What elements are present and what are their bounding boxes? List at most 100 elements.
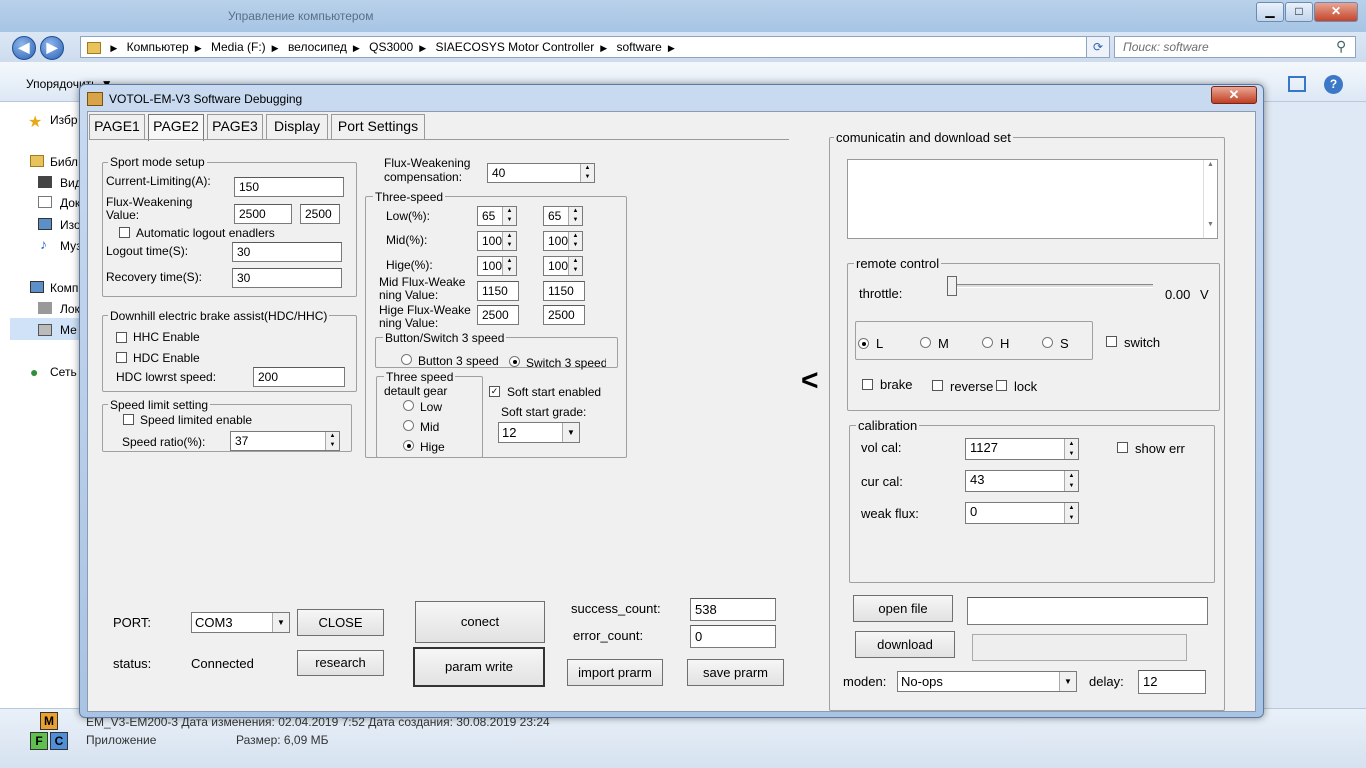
open-file-button[interactable]: open file: [853, 595, 953, 622]
chevron-down-icon[interactable]: ▼: [562, 423, 579, 442]
close-port-button[interactable]: CLOSE: [297, 609, 384, 636]
cur-cal-spinner[interactable]: 43 ▲ ▼: [965, 470, 1079, 492]
import-param-button[interactable]: import prarm: [567, 659, 663, 686]
soft-grade-select[interactable]: 12 ▼: [498, 422, 580, 443]
sidebar-item-favorites[interactable]: Избр: [50, 113, 78, 127]
spin-arrows-icon[interactable]: ▲ ▼: [1064, 439, 1078, 459]
search-input[interactable]: Поиск: software: [1114, 36, 1356, 58]
mode-m-radio[interactable]: [920, 337, 931, 348]
minimize-button[interactable]: ▁: [1256, 2, 1284, 22]
gear-mid-radio[interactable]: [403, 420, 414, 431]
show-err-checkbox[interactable]: [1117, 442, 1128, 453]
spin-arrows-icon[interactable]: ▲ ▼: [580, 164, 594, 182]
weak-flux-spinner[interactable]: 0 ▲ ▼: [965, 502, 1079, 524]
search-icon[interactable]: ⚲: [1336, 38, 1346, 55]
hige-fw-input-2[interactable]: 2500: [543, 305, 585, 325]
sidebar-item-network[interactable]: Сеть: [50, 365, 77, 379]
mid-spinner-1[interactable]: 100 ▲ ▼: [477, 231, 517, 251]
breadcrumb-item[interactable]: QS3000: [369, 40, 413, 54]
scrollbar[interactable]: ▲ ▼: [1203, 160, 1217, 238]
hige-spinner-1[interactable]: 100 ▲ ▼: [477, 256, 517, 276]
spin-arrows-icon[interactable]: ▲ ▼: [1064, 503, 1078, 523]
fw-comp-spinner[interactable]: 40 ▲ ▼: [487, 163, 595, 183]
address-bar[interactable]: ▶ Компьютер ▶ Media (F:) ▶ велосипед ▶ QS30…: [80, 36, 1106, 58]
breadcrumb-item[interactable]: SIAECOSYS Motor Controller: [435, 40, 594, 54]
sidebar-item-media[interactable]: Ме: [60, 323, 77, 337]
download-button[interactable]: download: [855, 631, 955, 658]
mid-spinner-2[interactable]: 100 ▲ ▼: [543, 231, 583, 251]
tab-page3[interactable]: PAGE3: [207, 114, 263, 139]
back-button[interactable]: ◀: [12, 36, 36, 60]
spin-arrows-icon[interactable]: ▲ ▼: [502, 257, 516, 275]
hdc-speed-input[interactable]: 200: [253, 367, 345, 387]
switch-3speed-radio[interactable]: [509, 356, 520, 367]
sidebar-item-images[interactable]: Изо: [60, 218, 81, 232]
moden-select[interactable]: No-ops ▼: [897, 671, 1077, 692]
comm-log-textarea[interactable]: ▲ ▼: [847, 159, 1218, 239]
chevron-down-icon[interactable]: ▼: [1059, 672, 1076, 691]
lock-checkbox[interactable]: [996, 380, 1007, 391]
mode-h-radio[interactable]: [982, 337, 993, 348]
spin-arrows-icon[interactable]: ▲ ▼: [568, 232, 582, 250]
spin-arrows-icon[interactable]: ▲ ▼: [568, 207, 582, 225]
brake-checkbox[interactable]: [862, 379, 873, 390]
mode-l-radio[interactable]: [858, 338, 869, 349]
delay-input[interactable]: 12: [1138, 670, 1206, 694]
sidebar-item-computer[interactable]: Комп: [50, 281, 78, 295]
param-write-button[interactable]: param write: [413, 647, 545, 687]
button-3speed-radio[interactable]: [401, 354, 412, 365]
mid-fw-input-2[interactable]: 1150: [543, 281, 585, 301]
spin-arrows-icon[interactable]: ▲ ▼: [1064, 471, 1078, 491]
port-select[interactable]: COM3 ▼: [191, 612, 290, 633]
tab-display[interactable]: Display: [266, 114, 328, 139]
preview-pane-icon[interactable]: [1288, 76, 1306, 92]
recovery-time-input[interactable]: 30: [232, 268, 342, 288]
hhc-enable-checkbox[interactable]: [116, 332, 127, 343]
sidebar-item-documents[interactable]: Док: [60, 196, 80, 210]
help-icon[interactable]: ?: [1324, 75, 1343, 94]
spin-arrows-icon[interactable]: ▲ ▼: [502, 232, 516, 250]
explorer-close-button[interactable]: ✕: [1314, 2, 1358, 22]
flux-weakening-input-2[interactable]: 2500: [300, 204, 340, 224]
reverse-checkbox[interactable]: [932, 380, 943, 391]
refresh-icon[interactable]: ⟳: [1086, 36, 1110, 58]
breadcrumb-item[interactable]: software: [616, 40, 661, 54]
tab-page1[interactable]: PAGE1: [89, 114, 145, 139]
hdc-enable-checkbox[interactable]: [116, 352, 127, 363]
breadcrumb-item[interactable]: Media (F:): [211, 40, 266, 54]
flux-weakening-input-1[interactable]: 2500: [234, 204, 292, 224]
breadcrumb-item[interactable]: Компьютер: [127, 40, 189, 54]
throttle-slider-track[interactable]: [947, 284, 1153, 288]
throttle-slider-thumb[interactable]: [947, 276, 957, 296]
collapse-panel-button[interactable]: <: [801, 364, 819, 398]
sidebar-item-libraries[interactable]: Библ: [50, 155, 78, 169]
sidebar-item-local-disk[interactable]: Лок: [60, 302, 80, 316]
vol-cal-spinner[interactable]: 1127 ▲ ▼: [965, 438, 1079, 460]
current-limiting-input[interactable]: 150: [234, 177, 344, 197]
forward-button[interactable]: ▶: [40, 36, 64, 60]
mid-fw-input-1[interactable]: 1150: [477, 281, 519, 301]
file-path-input[interactable]: [967, 597, 1208, 625]
breadcrumb-item[interactable]: велосипед: [288, 40, 347, 54]
tab-page2[interactable]: PAGE2: [148, 114, 204, 141]
low-spinner-2[interactable]: 65 ▲ ▼: [543, 206, 583, 226]
mode-s-radio[interactable]: [1042, 337, 1053, 348]
gear-low-radio[interactable]: [403, 400, 414, 411]
auto-logout-checkbox[interactable]: [119, 227, 130, 238]
tab-port-settings[interactable]: Port Settings: [331, 114, 425, 139]
soft-start-checkbox[interactable]: ✓: [489, 386, 500, 397]
hige-fw-input-1[interactable]: 2500: [477, 305, 519, 325]
research-button[interactable]: research: [297, 650, 384, 676]
chevron-down-icon[interactable]: ▼: [272, 613, 289, 632]
hige-spinner-2[interactable]: 100 ▲ ▼: [543, 256, 583, 276]
conect-button[interactable]: conect: [415, 601, 545, 643]
maximize-button[interactable]: □: [1285, 2, 1313, 22]
speed-limited-checkbox[interactable]: [123, 414, 134, 425]
logout-time-input[interactable]: 30: [232, 242, 342, 262]
spin-arrows-icon[interactable]: ▲ ▼: [502, 207, 516, 225]
spin-arrows-icon[interactable]: ▲ ▼: [325, 432, 339, 450]
speed-ratio-spinner[interactable]: 37 ▲ ▼: [230, 431, 340, 451]
low-spinner-1[interactable]: 65 ▲ ▼: [477, 206, 517, 226]
save-param-button[interactable]: save prarm: [687, 659, 784, 686]
switch-checkbox[interactable]: [1106, 336, 1117, 347]
